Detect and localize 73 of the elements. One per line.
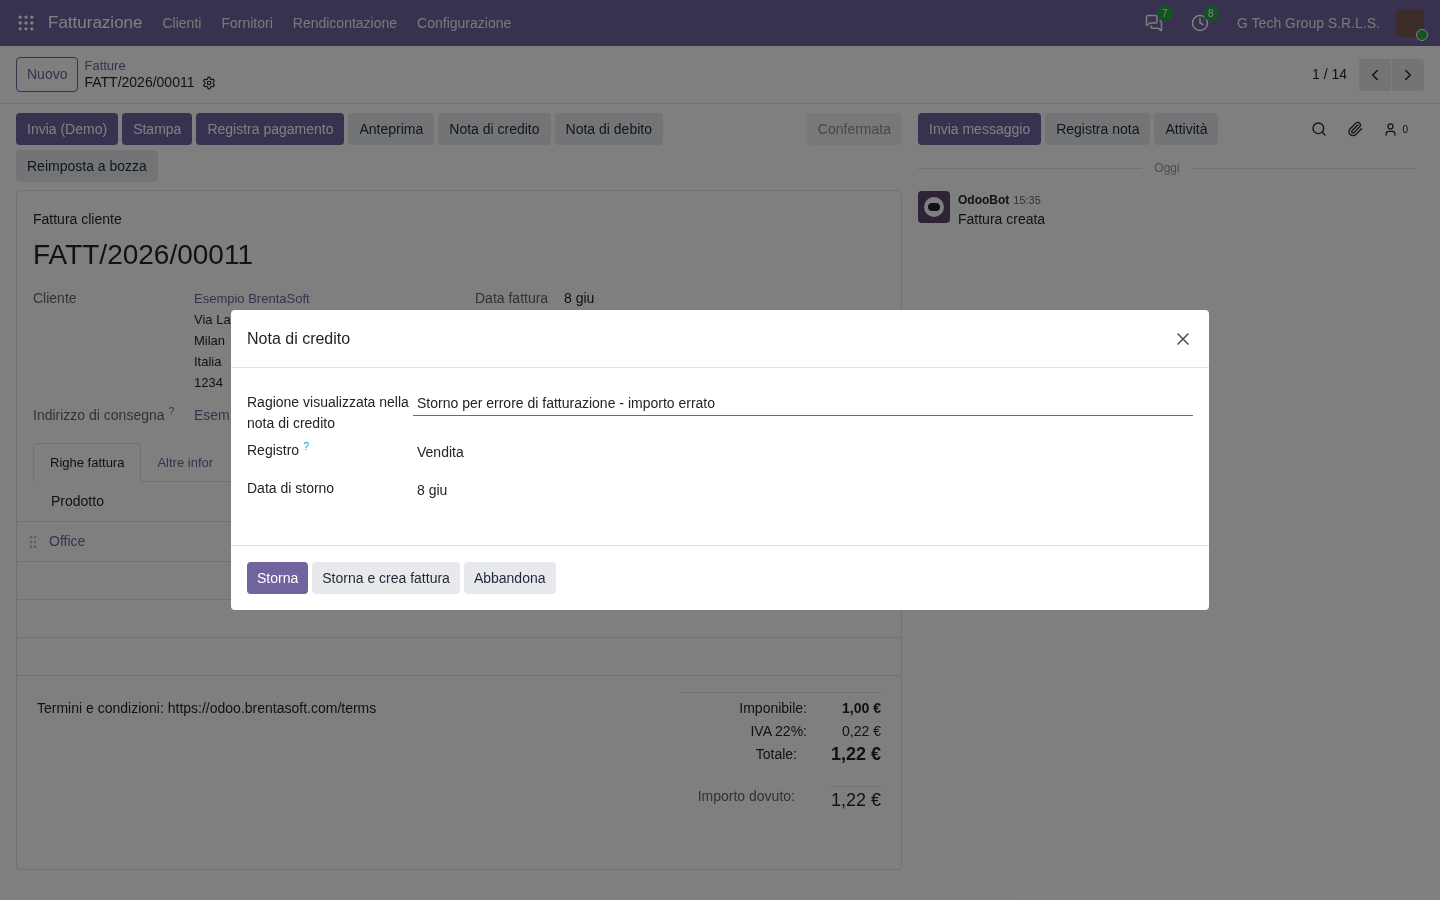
action-button[interactable]: Anteprima xyxy=(348,113,435,145)
followers-count: 0 xyxy=(1402,125,1408,135)
chatter-button[interactable]: Attività xyxy=(1154,113,1219,145)
menu-item[interactable]: Clienti xyxy=(162,12,202,34)
column-header[interactable]: Prodotto xyxy=(51,491,104,512)
field-label: Data di storno xyxy=(247,479,336,498)
chatter-button[interactable]: Registra nota xyxy=(1045,113,1151,145)
field-label: Cliente xyxy=(33,289,78,308)
previous-button[interactable] xyxy=(1359,58,1391,91)
paperclip-icon[interactable] xyxy=(1347,121,1364,137)
dialog-button[interactable]: Storna e crea fattura xyxy=(312,562,460,594)
action-button[interactable]: Nota di debito xyxy=(554,113,663,145)
action-button[interactable]: Reimposta a bozza xyxy=(16,150,158,182)
activity-count-badge: 8 xyxy=(1203,6,1219,21)
total-label: IVA 22%: xyxy=(750,722,807,741)
action-button[interactable]: Invia (Demo) xyxy=(16,113,119,145)
amount-due-value: 1,22 € xyxy=(830,786,881,814)
product-cell[interactable]: Office xyxy=(49,531,86,552)
apps-menu-icon[interactable] xyxy=(16,13,36,33)
notebook-tab[interactable]: Altre infor xyxy=(141,443,230,482)
customer-link[interactable]: Esempio BrentaSoft xyxy=(194,288,310,309)
field-value: 8 giu xyxy=(416,481,448,500)
address-line: Milan xyxy=(194,332,226,350)
record-title: FATT/2026/00011 xyxy=(84,73,195,92)
action-button[interactable]: Stampa xyxy=(122,113,193,145)
field-value: Vendita xyxy=(416,443,464,462)
settings-icon[interactable] xyxy=(202,75,217,90)
total-value: 1,00 € xyxy=(841,699,881,718)
app-name[interactable]: Fatturazione xyxy=(48,10,143,36)
total-label: Totale: xyxy=(755,745,797,764)
dialog-button[interactable]: Abbandona xyxy=(463,562,556,594)
menu-item[interactable]: Configurazione xyxy=(417,12,512,34)
action-button[interactable]: Nota di credito xyxy=(438,113,551,145)
terms-text: Termini e condizioni: https://odoo.brentasoft.com/terms xyxy=(37,699,377,718)
message-body: Fattura creata xyxy=(958,210,1046,229)
menu-item[interactable]: Fornitori xyxy=(221,12,273,34)
breadcrumb-link[interactable]: Fatture xyxy=(84,57,217,74)
address-line: Italia xyxy=(194,353,222,371)
messages-icon[interactable] xyxy=(1145,14,1164,32)
help-icon[interactable]: ? xyxy=(168,404,175,417)
pager-value[interactable]: 1 / 14 xyxy=(1311,64,1347,85)
invoice-number: FATT/2026/00011 xyxy=(33,238,254,272)
dialog-title: Nota di credito xyxy=(247,328,351,349)
message-time: 15:35 xyxy=(1013,193,1041,208)
help-icon[interactable]: ? xyxy=(303,439,309,452)
message-count-badge: 7 xyxy=(1157,6,1173,21)
company-name[interactable]: G Tech Group S.R.L.S. xyxy=(1237,12,1380,34)
search-icon[interactable] xyxy=(1311,121,1328,137)
field-label: Ragione visualizzata nella nota di credito xyxy=(247,393,410,433)
new-button[interactable]: Nuovo xyxy=(16,57,79,92)
address-line: Via La xyxy=(194,311,231,329)
field-label: Indirizzo di consegna $^{?}$ xyxy=(33,405,176,425)
address-line: 1234 xyxy=(194,374,223,392)
bot-avatar xyxy=(918,191,950,223)
total-label: Imponibile: xyxy=(739,699,807,718)
delivery-link[interactable]: Esem xyxy=(194,405,230,426)
total-value: 0,22 € xyxy=(841,722,881,741)
next-button[interactable] xyxy=(1392,58,1424,91)
document-type: Fattura cliente xyxy=(33,210,123,229)
notebook-tab[interactable]: Righe fattura xyxy=(33,443,142,482)
total-value: 1,22 € xyxy=(829,743,881,766)
amount-due-label: Importo dovuto: xyxy=(697,787,795,806)
menu-item[interactable]: Rendicontazione xyxy=(292,12,398,34)
message-author: OdooBot xyxy=(958,192,1010,209)
field-label: Registro $^{?}$ xyxy=(247,440,310,460)
field-value: 8 giu xyxy=(564,289,595,308)
reason-input[interactable]: Storno per errore di fatturazione - importo errato xyxy=(413,390,1193,416)
chatter-button[interactable]: Invia messaggio xyxy=(918,113,1042,145)
action-button[interactable]: Registra pagamento xyxy=(196,113,345,145)
activity-icon[interactable] xyxy=(1191,14,1210,32)
field-label: Data fattura xyxy=(475,289,550,308)
followers-icon[interactable] xyxy=(1383,121,1399,137)
dialog-button[interactable]: Storna xyxy=(247,562,309,594)
